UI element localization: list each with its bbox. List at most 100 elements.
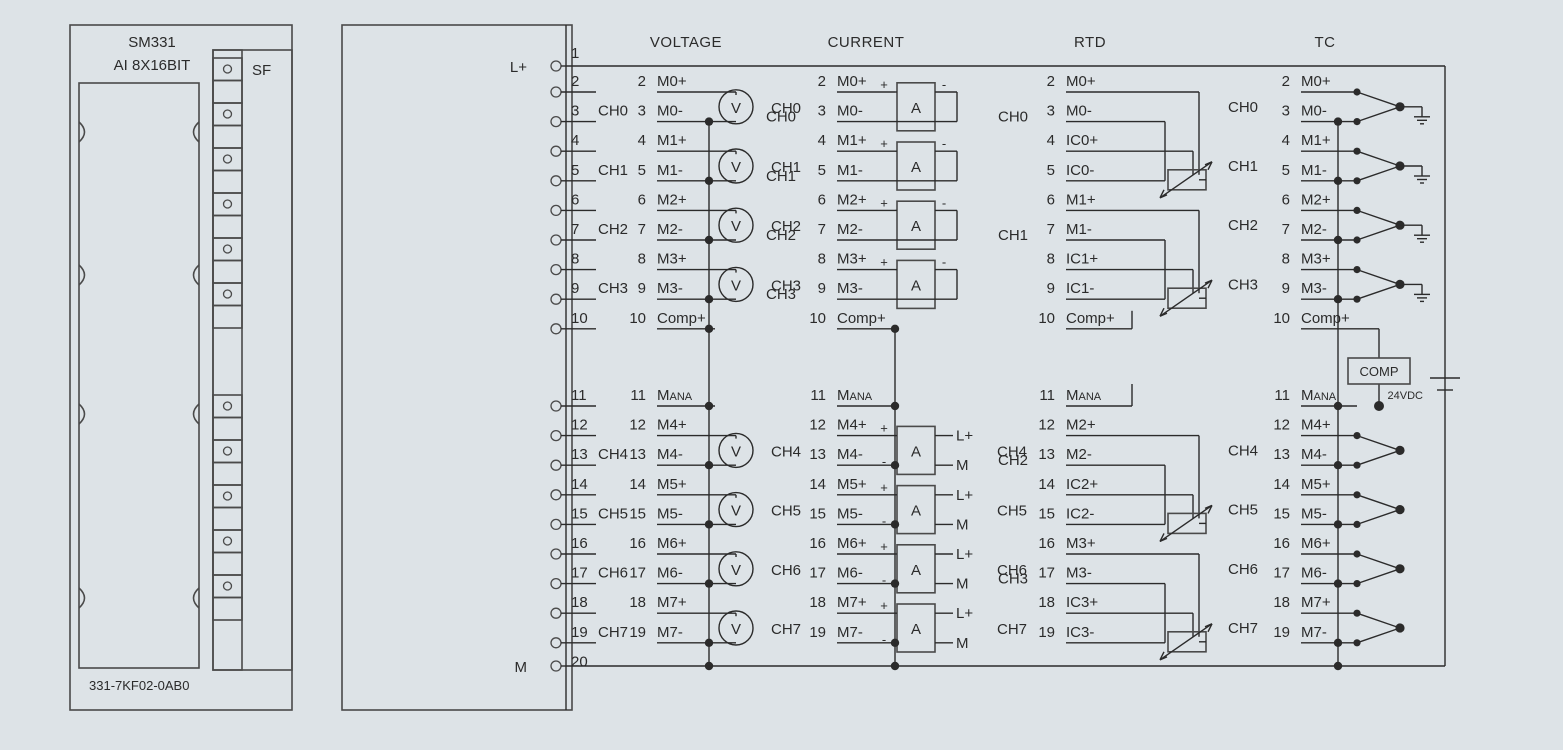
channel-label: CH4 (771, 443, 801, 460)
signal-label: IC2- (1066, 505, 1094, 522)
module-pin-group (212, 57, 243, 621)
terminal-number: 7 (1282, 221, 1290, 238)
signal-label: M5+ (1301, 476, 1331, 493)
signal-label: M5+ (657, 476, 687, 493)
signal-label: M3+ (1066, 535, 1096, 552)
voltmeter-letter: V (731, 443, 741, 460)
strip-number: 7 (571, 221, 579, 238)
strip-channel-label: CH3 (598, 280, 628, 297)
screw-terminal[interactable] (550, 518, 562, 531)
terminal-number: 11 (810, 387, 826, 404)
tc-wire-minus (1356, 224, 1401, 241)
screw-terminal[interactable] (550, 607, 562, 619)
pin-column (212, 49, 243, 671)
module-graphic (69, 24, 293, 711)
terminal-block-outline (341, 24, 573, 711)
terminal-number: 17 (809, 565, 826, 582)
signal-label: M4+ (837, 417, 867, 434)
signal-label: M0- (837, 103, 863, 120)
terminal-number: 11 (630, 387, 646, 404)
tc-junction-dot (1395, 623, 1405, 633)
strip-channel-label: CH7 (598, 624, 628, 641)
minus-sign: - (882, 632, 886, 647)
voltage-column: 2 M0+ 3 M0- 4 M1+ 5 M1- 6 M2+ 7 M2- 8 M3+ 9 M3- 10 Comp+ V… (629, 73, 801, 671)
tc-tap-dot (1353, 461, 1361, 469)
tc-wire-plus (1356, 209, 1401, 226)
supply-lplus-label: L+ (956, 605, 973, 622)
signal-label: M7- (657, 624, 683, 641)
screw-terminal[interactable] (550, 263, 562, 276)
screw-terminal[interactable] (550, 637, 562, 649)
channel-label: CH5 (771, 503, 801, 520)
minus-sign: - (942, 255, 946, 270)
ammeter-letter: A (911, 218, 921, 235)
channel-label: CH6 (1228, 561, 1258, 578)
screw-terminal[interactable] (550, 60, 562, 72)
signal-label: IC3- (1066, 624, 1094, 641)
voltmeter-letter: V (731, 218, 741, 235)
plus-sign: + (880, 598, 888, 613)
signal-label: IC1- (1066, 280, 1094, 297)
module-front-panel (78, 82, 200, 669)
terminal-number: 17 (1038, 565, 1055, 582)
signal-label: M3- (657, 280, 683, 297)
comp-block: COMP (1347, 357, 1411, 385)
terminal-number: 16 (809, 535, 826, 552)
strip-number: 9 (571, 280, 579, 297)
screw-terminal[interactable] (550, 175, 562, 187)
screw-terminal[interactable] (550, 234, 562, 246)
terminal-number: 3 (1282, 103, 1290, 120)
pin-slot (212, 304, 243, 329)
screw-terminal[interactable] (550, 660, 562, 672)
screw-terminal[interactable] (550, 577, 562, 590)
ground-symbol (1414, 284, 1430, 303)
terminal-number: 2 (818, 73, 826, 90)
minus-sign: - (942, 77, 946, 92)
plus-sign: + (880, 136, 888, 151)
terminal-number: 8 (638, 251, 646, 268)
screw-terminal[interactable] (550, 145, 562, 157)
screw-terminal[interactable] (550, 323, 562, 335)
column-header-rtd: RTD (1074, 34, 1106, 51)
terminal-number: 19 (1273, 624, 1290, 641)
terminal-strip-group: 12345678910CH0CH1CH2CH311121314151617181… (550, 25, 628, 710)
terminal-number: 3 (818, 103, 826, 120)
signal-label: M3+ (1301, 251, 1331, 268)
pin-slot (212, 574, 243, 599)
strip-channel-label: CH5 (598, 505, 628, 522)
pin-slot (212, 192, 243, 217)
screw-terminal[interactable] (550, 115, 562, 128)
bus-m-label: M (515, 659, 528, 676)
channel-label: CH4 (1228, 442, 1258, 459)
m-bus-junction-dot (1333, 661, 1343, 671)
signal-label: Comp+ (1301, 310, 1350, 327)
screw-terminal[interactable] (550, 293, 562, 305)
pin-slot (212, 506, 243, 531)
screw-terminal[interactable] (550, 400, 562, 412)
module-title-line2: AI 8X16BIT (114, 57, 191, 74)
minus-sign: - (942, 195, 946, 210)
channel-label: CH0 (998, 109, 1028, 126)
tc-wire-minus (1356, 449, 1401, 466)
channel-label: CH6 (771, 562, 801, 579)
terminal-number: 14 (1038, 476, 1055, 493)
screw-terminal[interactable] (550, 548, 562, 560)
screw-terminal[interactable] (550, 489, 562, 501)
pin-slot (212, 461, 243, 486)
pin-hole (222, 244, 233, 254)
pin-slot (212, 124, 243, 149)
screw-terminal[interactable] (550, 204, 562, 217)
column-header-tc: TC (1315, 34, 1336, 51)
pin-slot (212, 529, 243, 554)
screw-terminal[interactable] (550, 429, 562, 442)
pin-slot (212, 484, 243, 509)
signal-label: M3- (837, 280, 863, 297)
tc-junction-dot (1395, 564, 1405, 574)
tc-wire-plus (1356, 150, 1401, 167)
tc-tap-dot (1353, 609, 1361, 617)
screw-terminal[interactable] (550, 459, 562, 471)
terminal-number: 8 (1047, 251, 1055, 268)
terminal-number: 9 (638, 280, 646, 297)
screw-terminal[interactable] (550, 86, 562, 98)
pin-slot (212, 147, 243, 172)
